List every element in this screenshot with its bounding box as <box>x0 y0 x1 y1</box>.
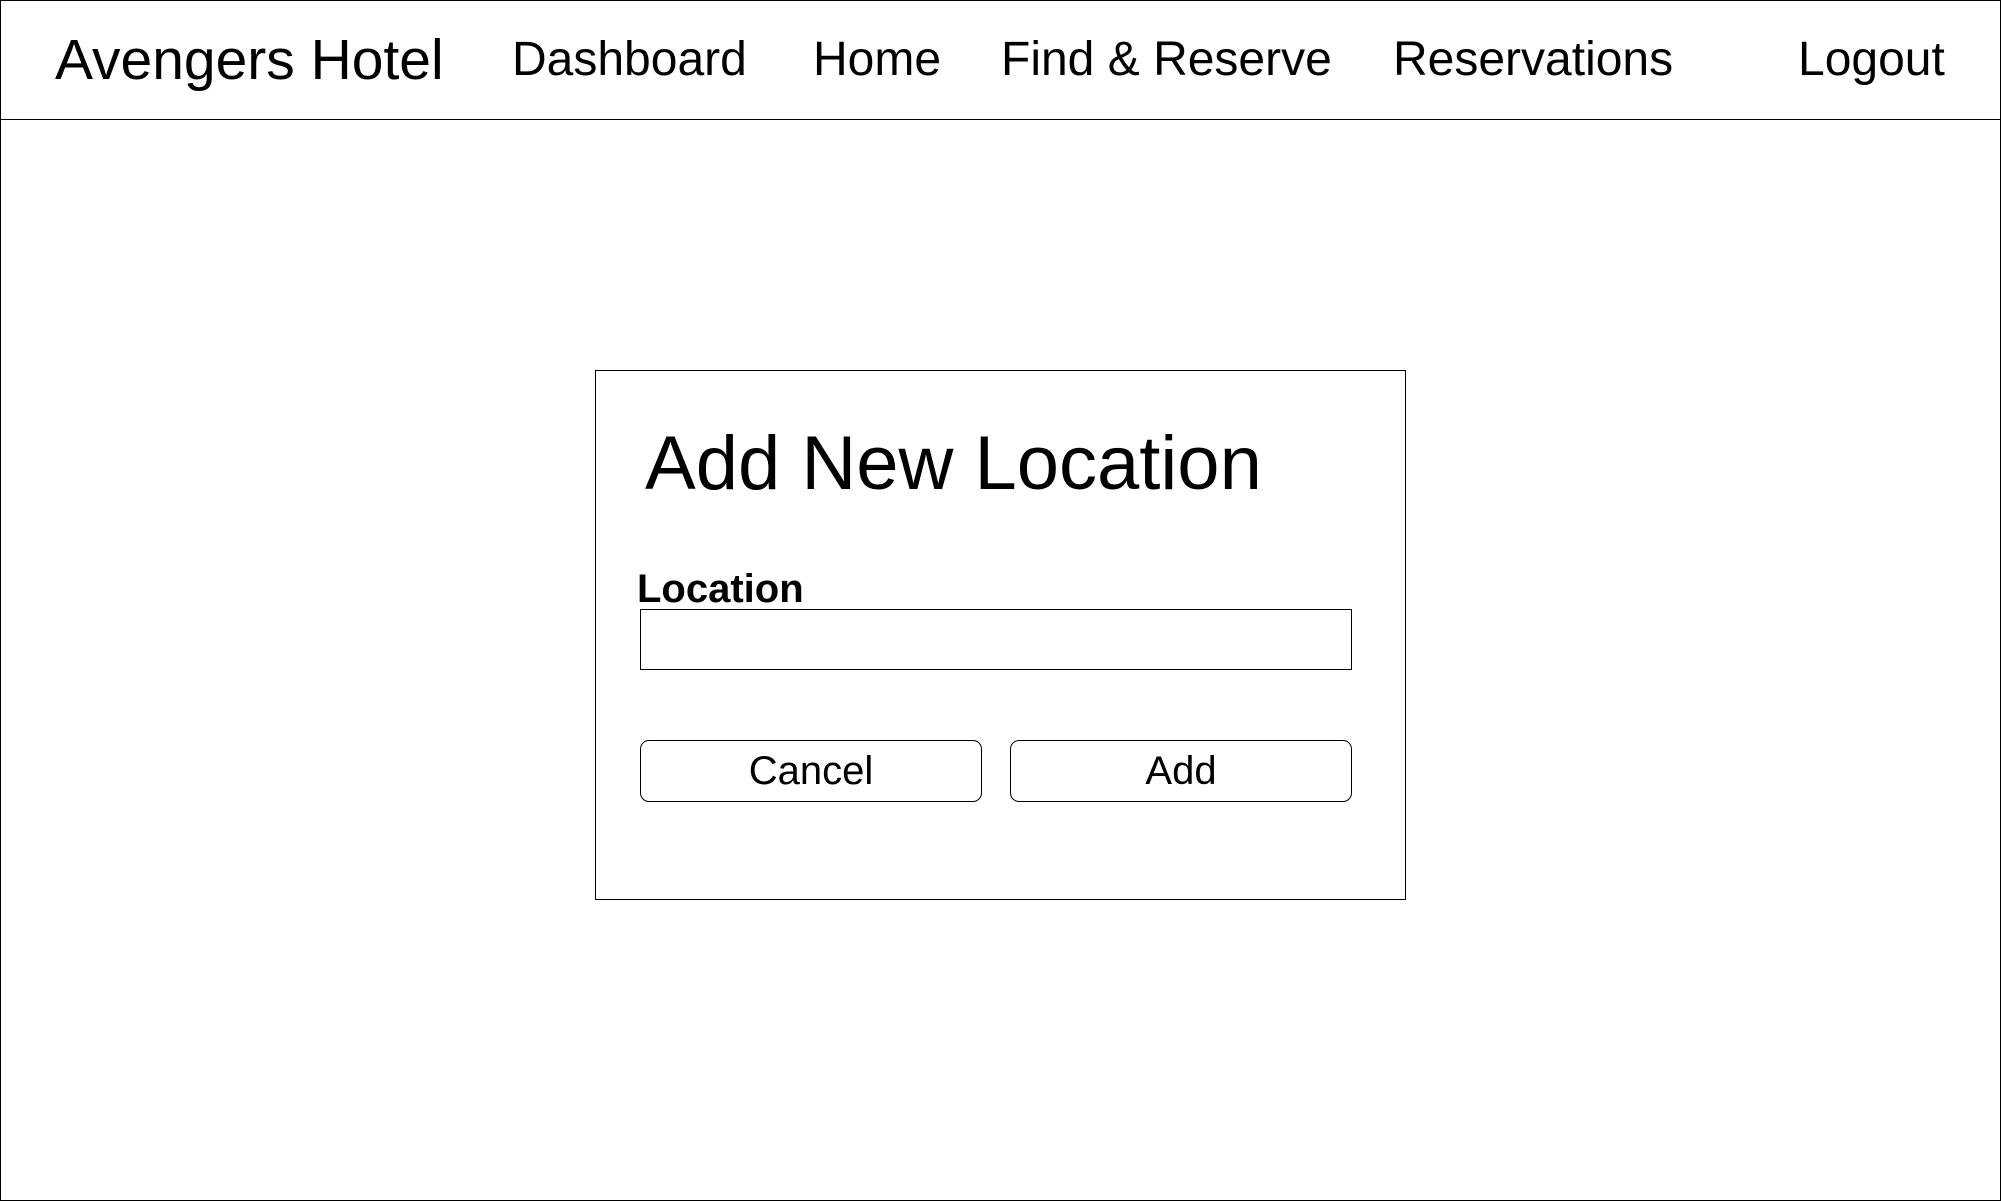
add-button[interactable]: Add <box>1010 740 1352 802</box>
dialog-title: Add New Location <box>645 421 1262 506</box>
nav-link-home[interactable]: Home <box>813 0 941 120</box>
cancel-button[interactable]: Cancel <box>640 740 982 802</box>
location-input[interactable] <box>640 609 1352 670</box>
location-label: Location <box>637 567 804 611</box>
nav-link-find-reserve[interactable]: Find & Reserve <box>1001 0 1332 120</box>
brand-title: Avengers Hotel <box>55 28 444 92</box>
top-navbar: Avengers Hotel Dashboard Home Find & Res… <box>0 0 2001 120</box>
nav-link-dashboard[interactable]: Dashboard <box>512 0 747 120</box>
add-location-dialog: Add New Location Location Cancel Add <box>595 370 1406 900</box>
nav-link-reservations[interactable]: Reservations <box>1393 0 1673 120</box>
logout-link[interactable]: Logout <box>1798 0 1945 120</box>
